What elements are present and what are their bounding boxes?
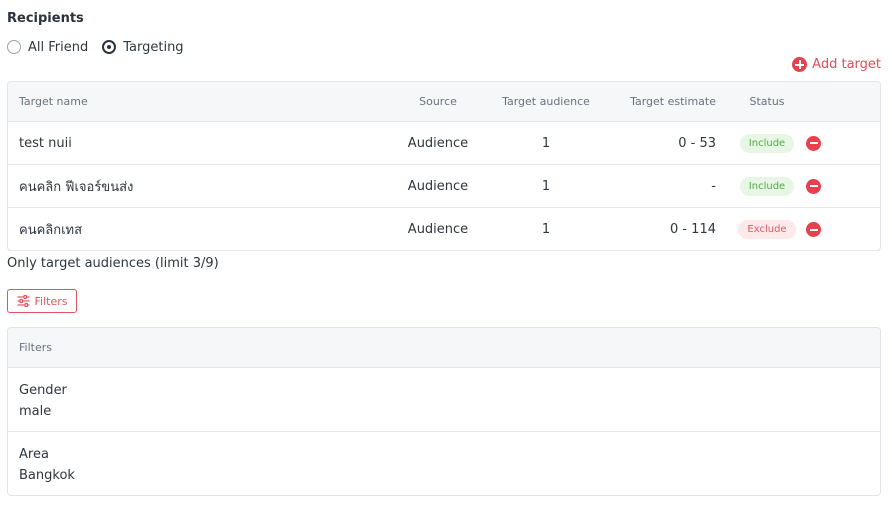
add-target-button[interactable]: Add target: [792, 57, 881, 72]
sliders-icon: [17, 295, 29, 307]
target-audience: 1: [541, 135, 551, 151]
target-audience: 1: [541, 222, 551, 237]
status-badge: Include: [739, 176, 795, 196]
filter-row: Area Bangkok: [8, 432, 880, 495]
recipients-radio-group: All Friend Targeting: [7, 39, 198, 55]
radio-checked-icon[interactable]: [102, 40, 117, 54]
target-source: Audience: [407, 178, 469, 194]
header-target-estimate: Target estimate: [630, 95, 716, 108]
status-badge: Exclude: [738, 220, 796, 239]
targets-table-header: Target name Source Target audience Targe…: [8, 82, 880, 122]
table-row: คนคลิกเทส Audience 1 0 - 114 Exclude: [8, 208, 880, 250]
remove-cell: [806, 208, 821, 250]
filter-value: male: [19, 404, 52, 419]
status-cell: Include: [738, 122, 796, 164]
target-estimate: -: [711, 178, 716, 194]
target-name: คนคลิกเทส: [19, 223, 83, 238]
filters-button[interactable]: Filters: [7, 289, 77, 313]
table-row: test nuii Audience 1 0 - 53 Include: [8, 122, 880, 165]
recipients-title: Recipients: [7, 11, 84, 26]
radio-all-friend[interactable]: All Friend: [7, 40, 88, 55]
remove-circle-icon[interactable]: [806, 178, 821, 194]
target-name: test nuii: [19, 135, 72, 151]
target-source: Audience: [407, 222, 469, 237]
radio-targeting-label: Targeting: [123, 39, 184, 55]
header-target-audience: Target audience: [502, 95, 590, 108]
radio-targeting[interactable]: Targeting: [102, 39, 184, 55]
target-source: Audience: [407, 135, 469, 151]
filters-table: Filters Gender male Area Bangkok: [7, 327, 881, 496]
add-target-label: Add target: [812, 57, 881, 72]
plus-circle-icon: [792, 57, 808, 72]
header-status: Status: [749, 95, 785, 108]
table-row: คนคลิก ฟีเจอร์ขนส่ง Audience 1 - Include: [8, 165, 880, 208]
targets-table: Target name Source Target audience Targe…: [7, 81, 881, 251]
target-audience: 1: [541, 178, 551, 194]
status-badge: Include: [739, 133, 795, 153]
filter-label: Area: [19, 447, 49, 462]
filters-header-label: Filters: [19, 341, 52, 354]
status-cell: Exclude: [738, 208, 796, 250]
target-estimate: 0 - 114: [669, 222, 716, 237]
filter-row: Gender male: [8, 368, 880, 432]
remove-circle-icon[interactable]: [806, 135, 821, 151]
remove-circle-icon[interactable]: [806, 222, 821, 237]
filters-button-label: Filters: [34, 294, 68, 308]
radio-all-friend-label: All Friend: [28, 39, 89, 55]
target-limit-note: Only target audiences (limit 3/9): [7, 256, 219, 271]
header-target-name: Target name: [19, 95, 88, 108]
radio-unchecked-icon[interactable]: [7, 40, 21, 54]
status-cell: Include: [738, 165, 796, 207]
target-estimate: 0 - 53: [678, 135, 716, 151]
remove-cell: [806, 165, 821, 207]
filter-value: Bangkok: [19, 468, 75, 483]
target-name: คนคลิก ฟีเจอร์ขนส่ง: [19, 179, 134, 195]
filter-label: Gender: [19, 383, 67, 398]
remove-cell: [806, 122, 821, 164]
header-source: Source: [419, 95, 457, 108]
filters-table-header: Filters: [8, 328, 880, 368]
